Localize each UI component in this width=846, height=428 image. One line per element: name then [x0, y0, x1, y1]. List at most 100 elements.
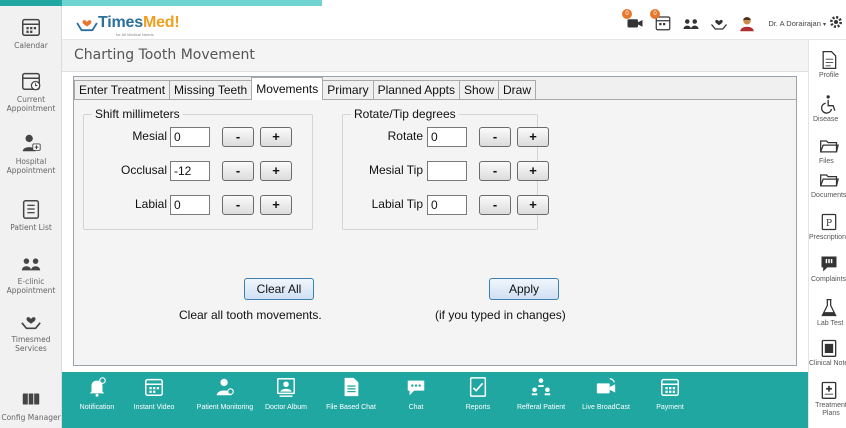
sidebar-item-profile[interactable]: Profile [809, 50, 846, 80]
occlusal-shift-input[interactable] [170, 161, 210, 181]
logo-hands-icon [76, 20, 98, 32]
sidebar-item-timesmed-services[interactable]: Timesmed Services [0, 310, 62, 353]
bottom-item-label: Doctor Album [264, 404, 308, 411]
sidebar-item-label: Timesmed Services [11, 335, 51, 353]
appointment-notification-button[interactable]: 0 [650, 9, 672, 32]
bottom-item-chat[interactable]: Chat [392, 376, 440, 412]
bottom-item-reports[interactable]: Reports [454, 376, 502, 412]
user-avatar[interactable] [738, 14, 756, 32]
sidebar-item-clinical-notes[interactable]: Clinical Notes [809, 338, 846, 368]
labial-shift-input[interactable] [170, 195, 210, 215]
avatar-icon [740, 17, 754, 32]
sidebar-item-label: Prescription [809, 234, 846, 241]
bottom-item-payment[interactable]: Payment [646, 376, 694, 412]
occlusal-shift-decrement-button[interactable]: - [222, 161, 254, 181]
bottom-toolbar: Notification Instant Video Patient Monit… [62, 372, 808, 428]
rotate-row: Rotate [343, 127, 423, 147]
mesial-tip-decrement-button[interactable]: - [479, 161, 511, 181]
sidebar-item-config-manager[interactable]: Config Manager [0, 388, 62, 422]
sidebar-item-label: Patient List [10, 223, 52, 232]
tab-primary[interactable]: Primary [322, 80, 374, 100]
bottom-item-doctor-album[interactable]: Doctor Album [258, 376, 314, 412]
bottom-item-instant-video[interactable]: Instant Video [124, 376, 184, 412]
config-icon [22, 393, 40, 405]
bottom-item-label: Instant Video [133, 404, 175, 411]
mesial-shift-input[interactable] [170, 127, 210, 147]
settings-gear-icon[interactable] [828, 14, 844, 30]
users-button[interactable] [682, 14, 700, 32]
services-button[interactable] [710, 14, 728, 32]
tab-missing-teeth[interactable]: Missing Teeth [169, 80, 253, 100]
rotate-tip-degrees-group: Rotate/Tip degrees Rotate - + Mesial Tip… [342, 107, 549, 230]
apply-button[interactable]: Apply [489, 278, 559, 300]
logo-text-suffix: ! [174, 14, 180, 31]
video-notification-button[interactable]: 0 [622, 9, 644, 32]
sidebar-item-documents[interactable]: Documents [809, 170, 846, 200]
mesial-shift-increment-button[interactable]: + [260, 127, 292, 147]
sidebar-item-files[interactable]: Files [809, 136, 846, 166]
occlusal-shift-increment-button[interactable]: + [260, 161, 292, 181]
labial-shift-increment-button[interactable]: + [260, 195, 292, 215]
shift-millimeters-group: Shift millimeters Mesial - + Occlusal - … [83, 107, 313, 230]
tab-enter-treatment[interactable]: Enter Treatment [74, 80, 171, 100]
sidebar-item-patient-list[interactable]: Patient List [0, 198, 62, 232]
sidebar-item-prescription[interactable]: P Prescription [809, 212, 846, 242]
document-icon [822, 51, 837, 69]
sidebar-item-current-appointment[interactable]: Current Appointment [0, 70, 62, 113]
header-icons: 0 0 [622, 9, 756, 32]
mesial-tip-increment-button[interactable]: + [517, 161, 549, 181]
patient-monitor-icon [216, 378, 234, 396]
bottom-item-refferal-patient[interactable]: Refferal Patient [510, 376, 572, 412]
right-sidebar: Profile Disease Files Documents P Prescr… [808, 40, 846, 428]
tab-movements[interactable]: Movements [251, 77, 324, 100]
timesmed-logo[interactable]: TimesMed! for All Medical Needs [76, 12, 180, 37]
bottom-item-patient-monitoring[interactable]: Patient Monitoring [196, 376, 254, 412]
tab-show[interactable]: Show [458, 80, 500, 100]
clear-all-caption: Clear all tooth movements. [179, 308, 322, 322]
sidebar-item-hospital-appointment[interactable]: Hospital Appointment [0, 132, 62, 175]
occlusal-row: Occlusal [84, 161, 167, 181]
notification-badge: 0 [622, 9, 632, 19]
page-title: Charting Tooth Movement [74, 47, 255, 63]
sidebar-item-complaints[interactable]: Complaints [809, 254, 846, 284]
notification-badge: 0 [650, 9, 660, 19]
tab-draw[interactable]: Draw [498, 80, 537, 100]
logo-text-accent: Med [142, 14, 175, 31]
rotate-increment-button[interactable]: + [517, 127, 549, 147]
mesial-tip-input[interactable] [427, 161, 467, 181]
bottom-item-notification[interactable]: Notification [72, 376, 122, 412]
sidebar-item-label: Disease [813, 116, 839, 123]
labial-tip-decrement-button[interactable]: - [479, 195, 511, 215]
tab-planned-appts[interactable]: Planned Appts [372, 80, 460, 100]
report-icon [469, 377, 487, 397]
labial-tip-increment-button[interactable]: + [517, 195, 549, 215]
bottom-item-label: Patient Monitoring [196, 404, 254, 411]
sidebar-item-label: Files [819, 158, 834, 165]
sidebar-item-eclinic-appointment[interactable]: E-clinic Appointment [0, 252, 62, 295]
rotate-input[interactable] [427, 127, 467, 147]
sidebar-item-treatment-plans[interactable]: Treatment Plans [809, 380, 846, 418]
sidebar-item-lab-test[interactable]: Lab Test [809, 298, 846, 328]
sidebar-item-label: Complaints [811, 276, 846, 283]
clipboard-icon [821, 339, 837, 357]
bottom-item-file-based-chat[interactable]: File Based Chat [322, 376, 380, 412]
file-chat-icon [344, 377, 359, 397]
clear-all-button[interactable]: Clear All [244, 278, 314, 300]
bell-icon [89, 377, 106, 397]
list-icon [22, 200, 40, 219]
user-menu[interactable]: Dr. A Dorairajan ▾ [768, 19, 826, 28]
logo-text-main: Times [98, 14, 143, 31]
bottom-item-live-broadcast[interactable]: Live BroadCast [576, 376, 636, 412]
sidebar-item-disease[interactable]: Disease [809, 94, 846, 124]
rotate-decrement-button[interactable]: - [479, 127, 511, 147]
folder-icon [820, 140, 839, 153]
broadcast-icon [596, 378, 616, 394]
labial-tip-input[interactable] [427, 195, 467, 215]
mesial-shift-decrement-button[interactable]: - [222, 127, 254, 147]
sidebar-item-calendar[interactable]: Calendar [0, 16, 62, 50]
calendar-video-icon [145, 378, 163, 396]
app-header: TimesMed! for All Medical Needs 0 0 Dr. … [62, 6, 846, 40]
sidebar-item-label: Clinical Notes [809, 360, 846, 367]
labial-shift-decrement-button[interactable]: - [222, 195, 254, 215]
left-sidebar: Calendar Current Appointment Hospital Ap… [0, 6, 62, 428]
